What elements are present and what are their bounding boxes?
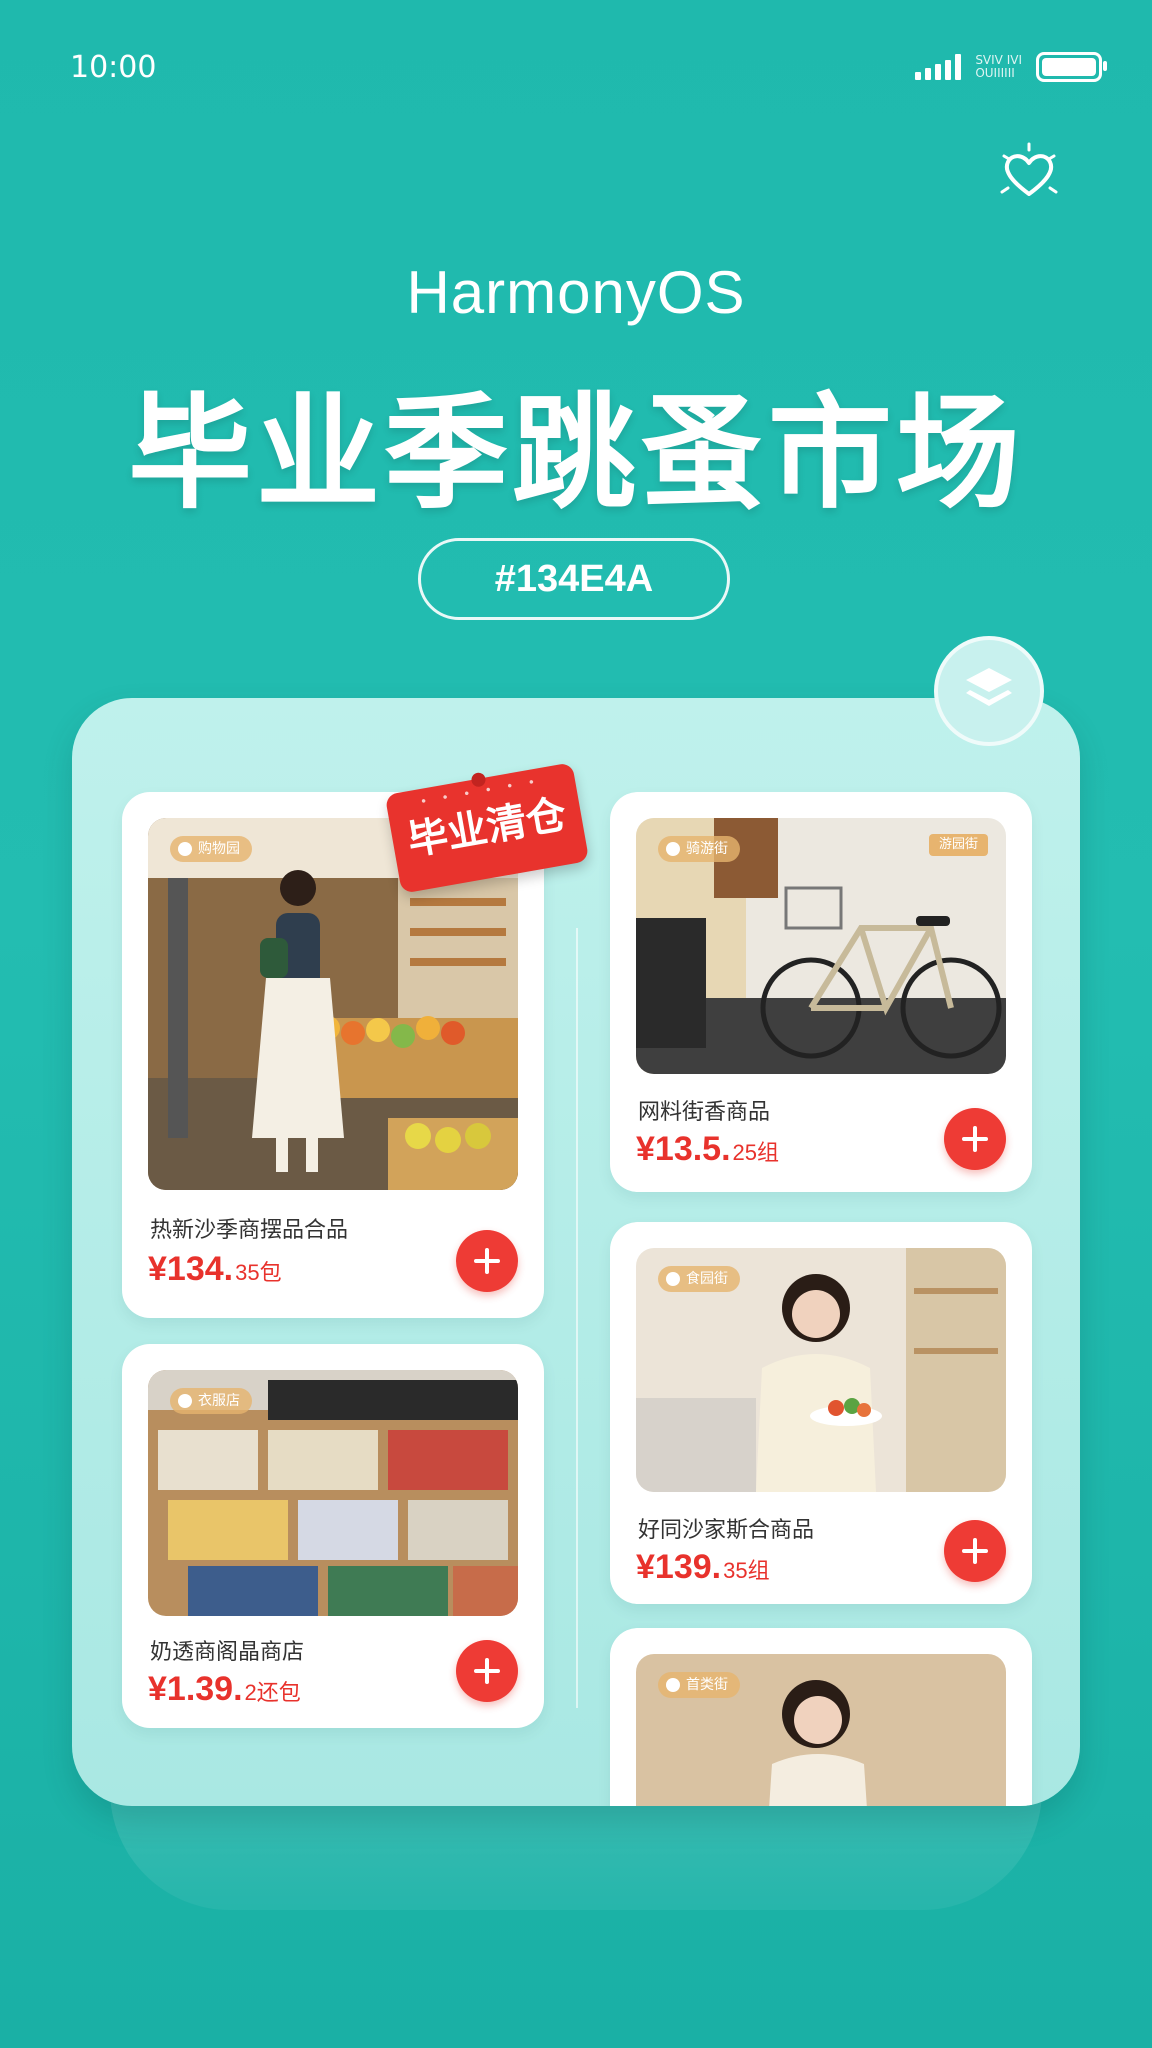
column-divider [576,928,578,1708]
product-card[interactable]: 首类街 [610,1628,1032,1806]
product-tag: 衣服店 [170,1388,252,1414]
product-tag: 食园街 [658,1266,740,1292]
add-to-cart-button[interactable] [944,1108,1006,1170]
product-photo-woman: 首类街 [636,1654,1006,1806]
product-price: ¥139.35组 [636,1548,770,1586]
plus-icon [962,1538,988,1564]
brand-logo: HarmonyOS [406,259,746,326]
product-card[interactable]: 骑游街 游园街 网料街香商品 ¥13.5.25组 [610,792,1032,1192]
plus-icon [474,1658,500,1684]
product-name: 好同沙家斯合商品 [638,1518,815,1543]
product-tag: 购物园 [170,836,252,862]
product-card[interactable]: 衣服店 奶透商阁晶商店 ¥1.39.2还包 [122,1344,544,1728]
product-tag: 骑游街 [658,836,740,862]
product-name: 网料街香商品 [638,1100,771,1125]
layers-icon[interactable] [934,636,1044,746]
heart-icon[interactable] [996,140,1062,206]
product-panel: 购物园 热新沙季商摆品合品 ¥134.35包 • • • • • • 毕业清仓 [72,698,1080,1806]
product-card[interactable]: 食园街 好同沙家斯合商品 ¥139.35组 [610,1222,1032,1604]
page-title: 毕业季跳蚤市场 [127,382,1024,526]
product-photo-bicycle: 骑游街 游园街 [636,818,1006,1074]
plus-icon [962,1126,988,1152]
product-photo-woman-food: 食园街 [636,1248,1006,1492]
product-price: ¥134.35包 [148,1250,282,1288]
plus-icon [474,1248,500,1274]
product-name: 热新沙季商摆品合品 [150,1218,349,1243]
signal-icon [915,54,962,80]
product-name: 奶透商阁晶商店 [150,1640,305,1665]
product-tag-secondary: 游园街 [928,834,988,856]
sale-badge: • • • • • • 毕业清仓 [384,762,590,894]
product-tag: 首类街 [658,1672,740,1698]
status-time: 10:00 [70,50,157,85]
product-price: ¥13.5.25组 [636,1130,780,1168]
product-price: ¥1.39.2还包 [148,1670,301,1708]
add-to-cart-button[interactable] [456,1640,518,1702]
product-photo-packaged-goods: 衣服店 [148,1370,518,1616]
network-status: SVIV IVI OUIIIIII [975,53,1022,80]
add-to-cart-button[interactable] [944,1520,1006,1582]
battery-icon [1036,52,1107,82]
add-to-cart-button[interactable] [456,1230,518,1292]
status-icons: SVIV IVI OUIIIIII [915,52,1107,82]
hashtag-pill[interactable]: #134E4A [418,538,730,620]
